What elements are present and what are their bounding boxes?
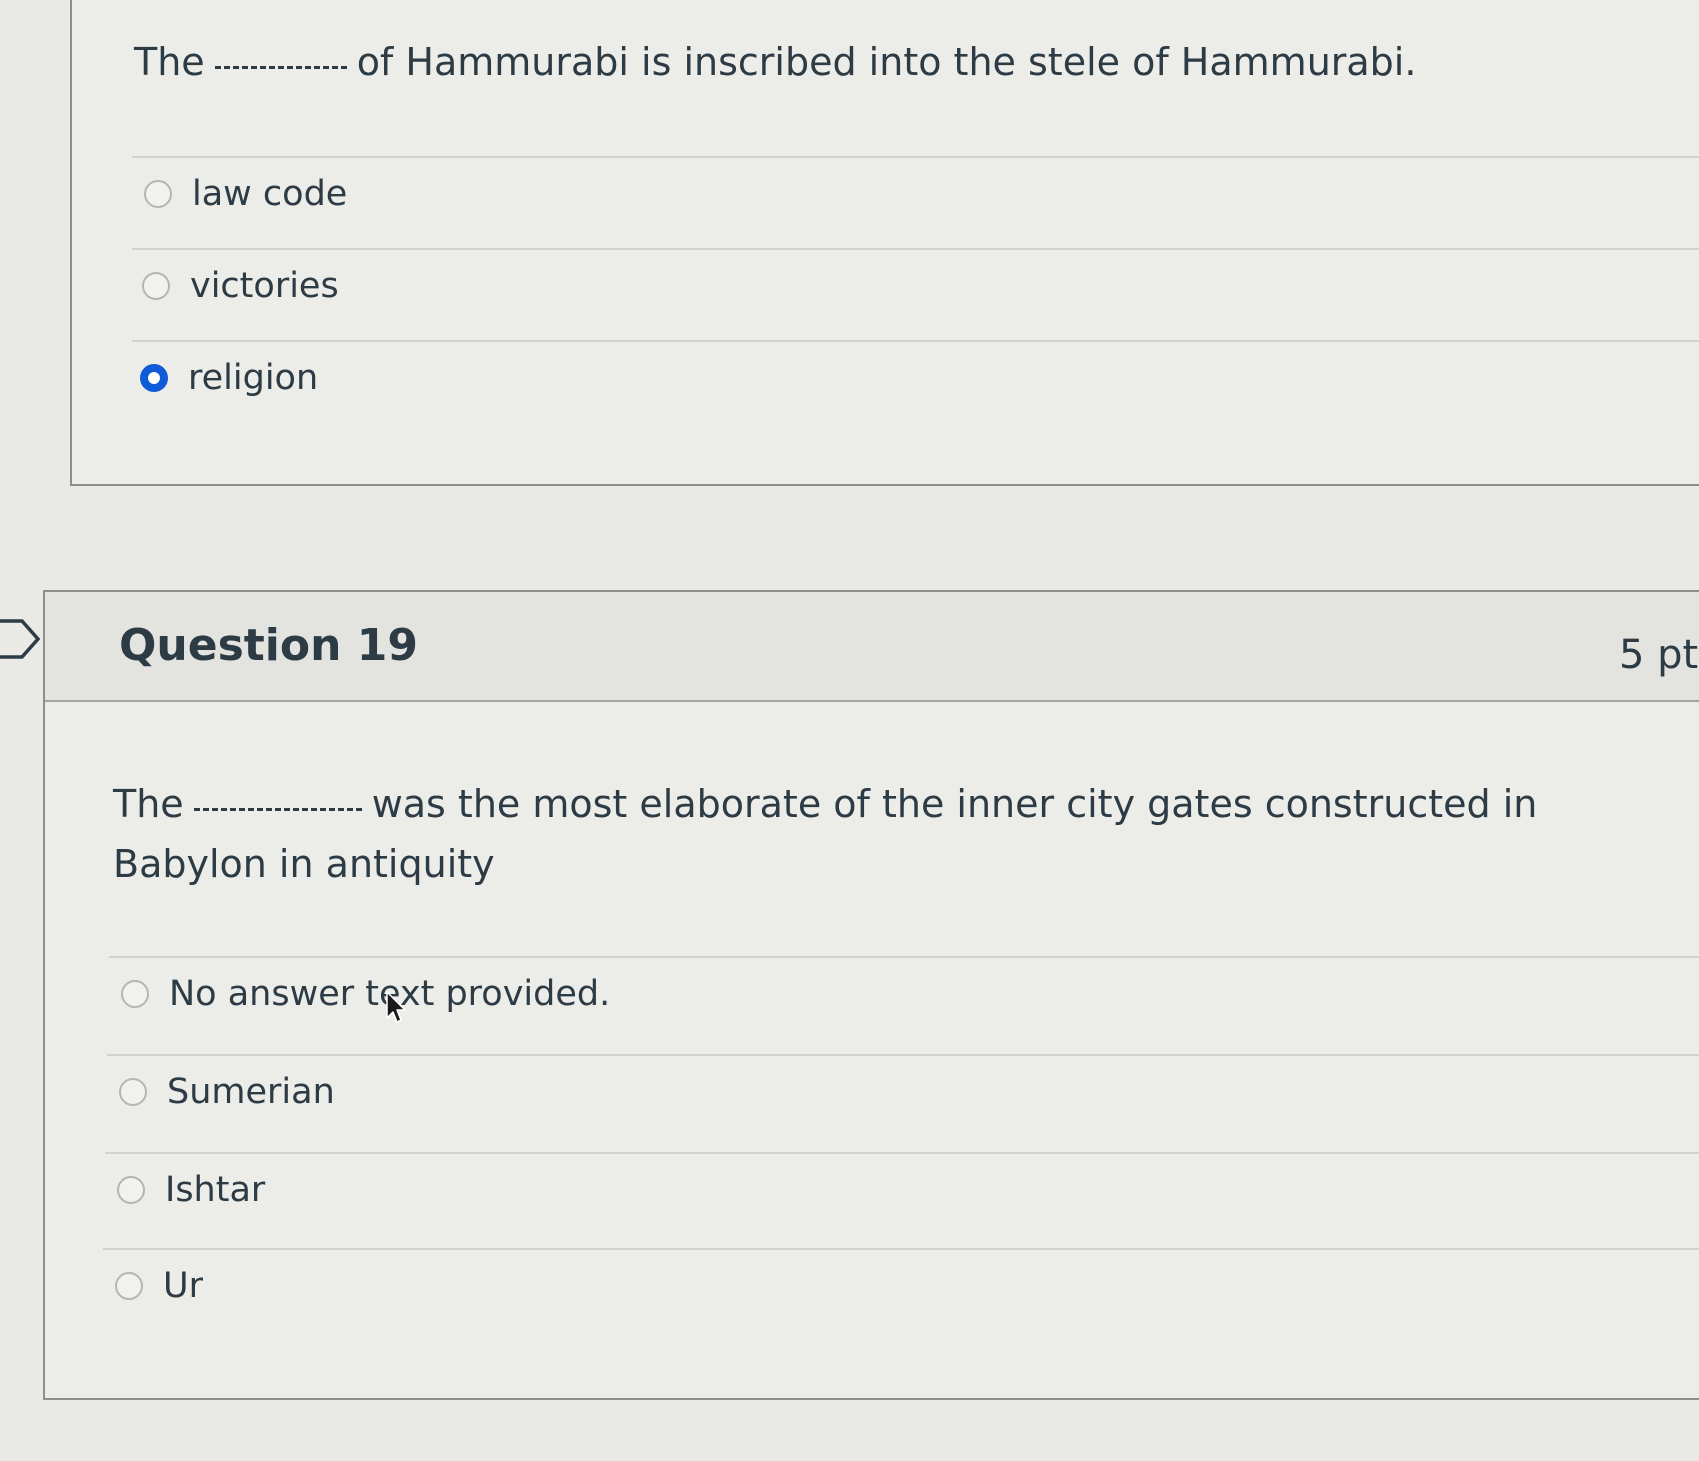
radio-button[interactable] [115, 1272, 143, 1300]
question-19-text-before: The [113, 782, 184, 826]
question-points: 5 pts [1619, 632, 1699, 678]
answer-option-ur[interactable]: Ur [115, 1256, 203, 1316]
answer-option-victories[interactable]: victories [142, 256, 339, 316]
answer-label: Ur [163, 1266, 204, 1306]
divider [103, 1248, 1699, 1250]
question-header: Question 19 5 pts [45, 592, 1699, 702]
answer-option-ishtar[interactable]: Ishtar [117, 1160, 265, 1220]
question-18-card: The of Hammurabi is inscribed into the st… [70, 0, 1699, 486]
divider [132, 156, 1699, 158]
question-18-text-after: of Hammurabi is inscribed into the stele… [356, 40, 1417, 84]
answer-label: religion [188, 358, 319, 398]
radio-button-selected[interactable] [140, 364, 168, 392]
answer-label: victories [190, 266, 339, 306]
question-18-text: The of Hammurabi is inscribed into the st… [134, 32, 1694, 92]
answer-option-religion[interactable]: religion [140, 348, 318, 408]
divider [107, 1054, 1699, 1056]
question-19-text: The was the most elaborate of the inner c… [113, 774, 1673, 894]
radio-button[interactable] [144, 180, 172, 208]
question-title: Question 19 [119, 620, 418, 671]
answer-label: law code [192, 174, 348, 214]
answer-option-law-code[interactable]: law code [144, 164, 347, 224]
question-19-card: Question 19 5 pts Thewas the most elabor… [43, 590, 1699, 1400]
flag-icon[interactable] [0, 618, 42, 660]
answer-option-sumerian[interactable]: Sumerian [119, 1062, 335, 1122]
radio-button[interactable] [142, 272, 170, 300]
question-18-blank [214, 44, 347, 69]
question-18-text-before: The [134, 40, 205, 84]
divider [132, 340, 1699, 342]
radio-button[interactable] [121, 980, 149, 1008]
answer-label: Ishtar [165, 1170, 266, 1210]
mouse-cursor-icon [386, 991, 406, 1023]
question-19-blank [193, 786, 362, 811]
radio-button[interactable] [117, 1176, 145, 1204]
answer-option-no-answer-text[interactable]: No answer text provided. [121, 964, 610, 1024]
divider [109, 956, 1699, 958]
radio-button[interactable] [119, 1078, 147, 1106]
divider [132, 248, 1699, 250]
divider [105, 1152, 1699, 1154]
answer-label: Sumerian [167, 1072, 335, 1112]
